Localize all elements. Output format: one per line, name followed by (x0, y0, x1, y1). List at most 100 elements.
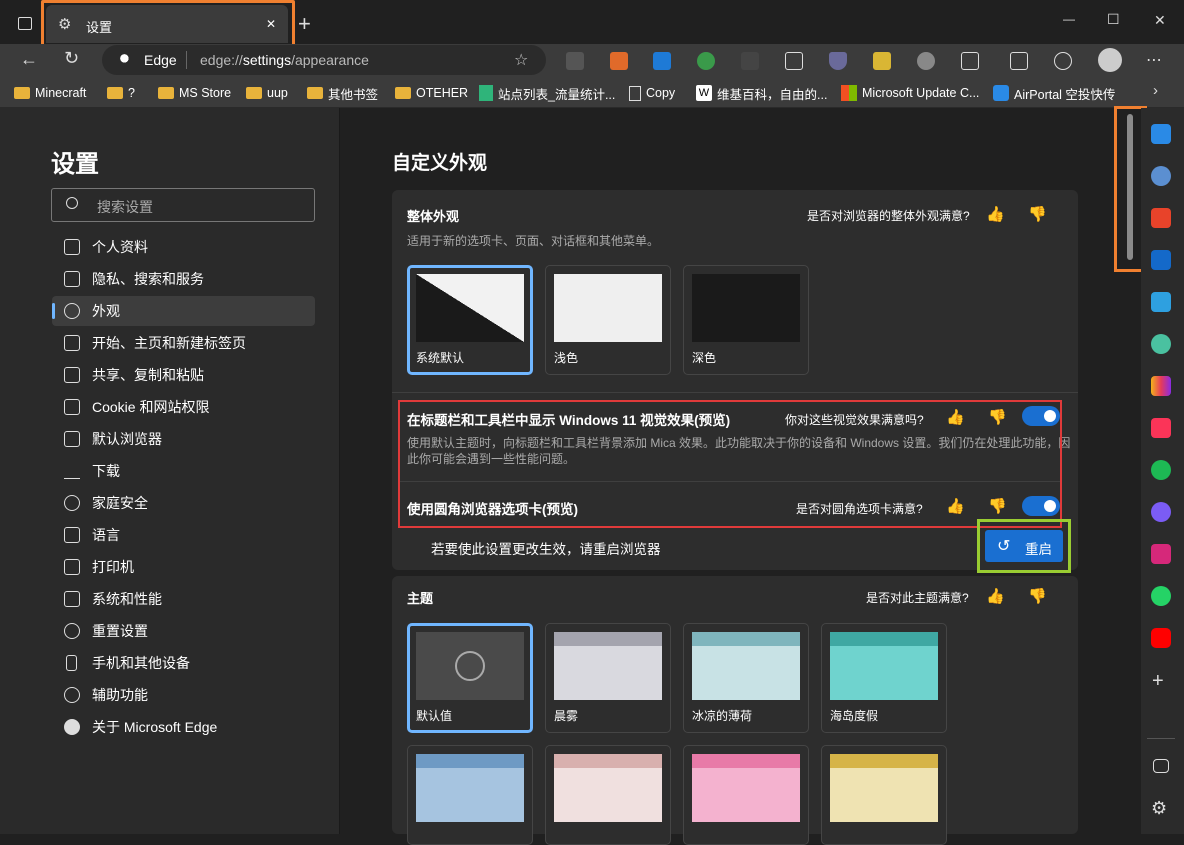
bookmark-question[interactable]: ? (107, 83, 135, 103)
extension-s-icon[interactable] (653, 52, 671, 70)
tools-icon[interactable] (1151, 124, 1171, 144)
nav-cookies[interactable]: Cookie 和网站权限 (52, 392, 315, 422)
search-icon (66, 197, 78, 209)
ie-mode-icon[interactable] (1054, 52, 1072, 70)
more-menu-icon[interactable]: ⋯ (1146, 50, 1162, 70)
thumbs-up-icon[interactable]: 👍 (986, 587, 1005, 605)
bookmark-label: Microsoft Update C... (862, 86, 980, 100)
extension-rss-icon[interactable] (610, 52, 628, 70)
games-icon[interactable] (1151, 166, 1171, 186)
stats-icon (479, 85, 493, 101)
youtube-icon[interactable] (1151, 628, 1171, 648)
profile-avatar[interactable] (1098, 48, 1122, 72)
deezer-icon[interactable] (1151, 376, 1171, 396)
wikipedia-icon: W (696, 85, 712, 101)
theme-row2-2[interactable] (545, 745, 671, 845)
nav-appearance[interactable]: 外观 (52, 296, 315, 326)
theme-row2-1[interactable] (407, 745, 533, 845)
sidebar-settings-icon[interactable]: ⚙ (1151, 798, 1167, 819)
overall-feedback: 是否对浏览器的整体外观满意? (807, 209, 970, 223)
nav-start-home[interactable]: 开始、主页和新建标签页 (52, 328, 315, 358)
bookmark-uup[interactable]: uup (246, 83, 288, 103)
theme-row2-3[interactable] (683, 745, 809, 845)
option-label: 默认值 (416, 709, 453, 723)
extension-keyboard-icon[interactable] (566, 52, 584, 70)
pink-preview (692, 754, 800, 822)
theme-morning-fog[interactable]: 晨雾 (545, 623, 671, 733)
music-icon[interactable] (1151, 418, 1171, 438)
back-icon[interactable]: ← (20, 49, 38, 70)
thumbs-down-icon[interactable]: 👎 (1028, 587, 1047, 605)
office-icon[interactable] (1151, 208, 1171, 228)
nav-family[interactable]: 家庭安全 (52, 488, 315, 518)
nav-phone[interactable]: 手机和其他设备 (52, 648, 315, 678)
close-window-button[interactable]: ✕ (1154, 12, 1166, 29)
nav-downloads[interactable]: 下载 (52, 456, 315, 486)
nav-reset[interactable]: 重置设置 (52, 616, 315, 646)
bookmark-minecraft[interactable]: Minecraft (14, 83, 86, 103)
bookmark-other[interactable]: 其他书签 (307, 83, 378, 103)
theme-row2-4[interactable] (821, 745, 947, 845)
messenger-icon[interactable] (1151, 502, 1171, 522)
nav-label: 开始、主页和新建标签页 (92, 335, 246, 351)
bookmark-oteher[interactable]: OTEHER (395, 83, 468, 103)
nav-about[interactable]: 关于 Microsoft Edge (52, 712, 315, 742)
bookmark-airportal[interactable]: AirPortal 空投快传 (993, 83, 1115, 103)
theme-feedback: 是否对此主题满意? (866, 591, 969, 605)
site-name: Edge (144, 52, 177, 68)
search-input[interactable]: 搜索设置 (51, 188, 315, 222)
language-icon (64, 527, 80, 543)
nav-printers[interactable]: 打印机 (52, 552, 315, 582)
extension-puzzle-alt-icon[interactable] (917, 52, 935, 70)
theme-cool-mint[interactable]: 冰凉的薄荷 (683, 623, 809, 733)
restart-button[interactable]: ↺ 重启 (985, 530, 1063, 562)
extension-shield-icon[interactable] (829, 52, 847, 70)
minimize-button[interactable]: — (1063, 12, 1075, 26)
bookmark-ms-update[interactable]: Microsoft Update C... (841, 83, 979, 103)
home-grid-icon (64, 335, 80, 351)
extension-globe-icon[interactable] (697, 52, 715, 70)
nav-system[interactable]: 系统和性能 (52, 584, 315, 614)
nav-privacy[interactable]: 隐私、搜索和服务 (52, 264, 315, 294)
refresh-icon[interactable]: ↻ (64, 48, 79, 69)
nav-share[interactable]: 共享、复制和粘贴 (52, 360, 315, 390)
instagram-icon[interactable] (1151, 544, 1171, 564)
address-bar[interactable]: Edge edge://settings/appearance ☆ (102, 45, 546, 75)
hide-sidebar-icon[interactable] (1153, 759, 1169, 773)
extension-oo-icon[interactable] (785, 52, 803, 70)
spotify-icon[interactable] (1151, 460, 1171, 480)
favorite-star-icon[interactable]: ☆ (514, 50, 528, 70)
bookmark-ms-store[interactable]: MS Store (158, 83, 231, 103)
extension-bird-icon[interactable] (873, 52, 891, 70)
nav-profile[interactable]: 个人资料 (52, 232, 315, 262)
phone-icon (66, 655, 77, 671)
extensions-puzzle-icon[interactable] (961, 52, 979, 70)
tab-actions-icon[interactable] (18, 17, 32, 30)
system-preview (416, 274, 524, 342)
appearance-light[interactable]: 浅色 (545, 265, 671, 375)
bookmark-wikipedia[interactable]: W 维基百科，自由的... (696, 83, 827, 103)
thumbs-up-icon[interactable]: 👍 (986, 205, 1005, 223)
nav-accessibility[interactable]: 辅助功能 (52, 680, 315, 710)
extension-l-icon[interactable] (741, 52, 759, 70)
nav-default-browser[interactable]: 默认浏览器 (52, 424, 315, 454)
bookmarks-more-icon[interactable]: › (1153, 82, 1158, 99)
outlook-icon[interactable] (1151, 250, 1171, 270)
nav-languages[interactable]: 语言 (52, 520, 315, 550)
web-capture-icon[interactable] (1010, 52, 1028, 70)
whatsapp-icon[interactable] (1151, 586, 1171, 606)
theme-default[interactable]: 默认值 (407, 623, 533, 733)
thumbs-down-icon[interactable]: 👎 (1028, 205, 1047, 223)
theme-island-getaway[interactable]: 海岛度假 (821, 623, 947, 733)
bookmark-site-list[interactable]: 站点列表_流量统计... (479, 83, 615, 103)
restart-icon: ↺ (997, 538, 1011, 555)
bookmark-copy[interactable]: Copy (629, 83, 675, 103)
send-icon[interactable] (1151, 292, 1171, 312)
maximize-button[interactable]: ☐ (1107, 11, 1120, 28)
tree-icon[interactable] (1151, 334, 1171, 354)
appearance-dark[interactable]: 深色 (683, 265, 809, 375)
appearance-system-default[interactable]: 系统默认 (407, 265, 533, 375)
new-tab-button[interactable]: + (298, 11, 311, 37)
add-sidebar-app-icon[interactable]: + (1152, 670, 1164, 693)
edge-logo-icon (64, 719, 80, 735)
